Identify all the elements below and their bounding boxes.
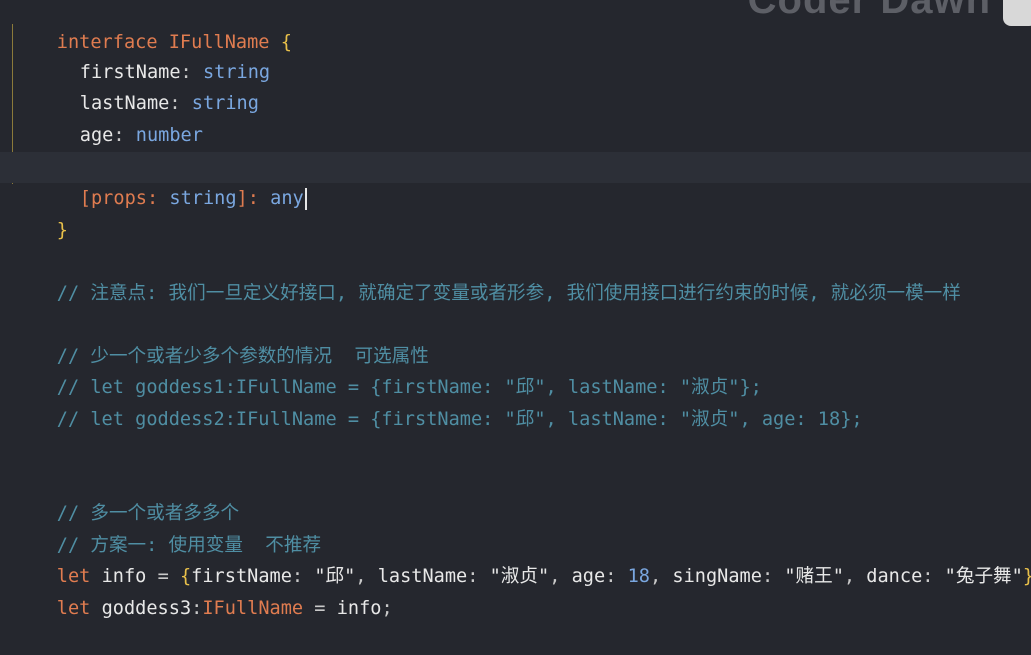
code-line-7: } <box>0 184 1031 241</box>
code-line-16: // 多一个或者多多个 <box>0 467 1031 524</box>
type-name: IFullName <box>202 598 304 619</box>
code-line-18: let info = {firstName: "邱", lastName: "淑… <box>0 530 1031 587</box>
code-line-4: age: number <box>0 89 1031 146</box>
code-line-12: // let goddess1:IFullName = {firstName: … <box>0 341 1031 398</box>
semicolon: ; <box>381 598 393 619</box>
code-line-5: singName: string <box>0 120 1031 177</box>
variable: goddess3 <box>101 598 192 619</box>
operator: = <box>314 598 326 619</box>
code-line-17: // 方案一: 使用变量 不推荐 <box>0 499 1031 556</box>
code-line-9: // 注意点: 我们一旦定义好接口, 就确定了变量或者形参, 我们使用接口进行约… <box>0 247 1031 304</box>
code-line-13: // let goddess2:IFullName = {firstName: … <box>0 373 1031 430</box>
comment: // 注意点: 我们一旦定义好接口, 就确定了变量或者形参, 我们使用接口进行约… <box>56 283 961 304</box>
code-line-11: // 少一个或者少多个参数的情况 可选属性 <box>0 310 1031 367</box>
code-line-19: let goddess3:IFullName = info; <box>0 562 1031 619</box>
variable: info <box>336 598 382 619</box>
code-line-2: firstName: string <box>0 26 1031 83</box>
code-line-3: lastName: string <box>0 57 1031 114</box>
brace: } <box>56 220 68 241</box>
code-line-1: interface IFullName { <box>0 0 1031 53</box>
keyword: let <box>56 598 91 619</box>
colon: : <box>191 598 203 619</box>
comment: // let goddess2:IFullName = {firstName: … <box>56 409 863 430</box>
code-editor[interactable]: Coder Dawn interface IFullName { firstNa… <box>0 0 1031 619</box>
code-line-6: [props: string]: any <box>0 152 1031 210</box>
